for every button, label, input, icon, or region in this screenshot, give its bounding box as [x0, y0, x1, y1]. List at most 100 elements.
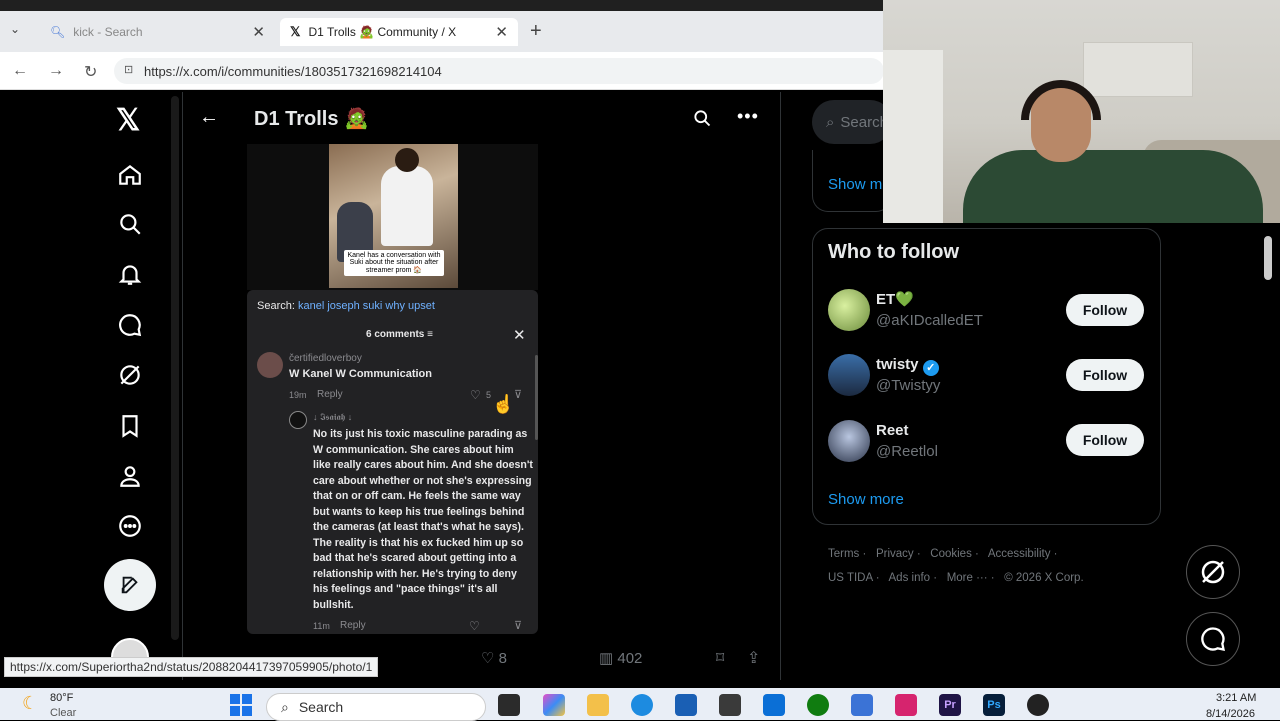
profile-icon[interactable]: [114, 460, 146, 492]
forward-icon[interactable]: →: [48, 62, 64, 80]
page-title: D1 Trolls 🧟: [254, 108, 369, 130]
ads-info-link[interactable]: Ads info: [889, 572, 931, 584]
edge-icon[interactable]: [631, 694, 653, 716]
tab-label: D1 Trolls 🧟 Community / X: [308, 25, 457, 39]
taskbar-search[interactable]: ⌕ Search: [266, 693, 486, 721]
scrollbar[interactable]: [535, 355, 538, 440]
heart-icon: ♡: [481, 650, 495, 667]
reload-icon[interactable]: ↻: [84, 62, 97, 82]
share-icon[interactable]: ⇪: [747, 648, 760, 668]
window-blinds: [883, 50, 943, 223]
windows-start-icon[interactable]: [230, 694, 252, 716]
more-icon[interactable]: [114, 510, 146, 542]
follow-button[interactable]: Follow: [1066, 424, 1144, 456]
comment-text: W Kanel W Communication: [289, 368, 432, 380]
copilot-icon[interactable]: [543, 694, 565, 716]
x-logo-icon: 𝕏: [290, 24, 301, 39]
grok-button[interactable]: [1186, 545, 1240, 599]
avatar[interactable]: [828, 354, 870, 396]
weather-desc: Clear: [50, 707, 77, 719]
avatar[interactable]: [257, 352, 283, 378]
reply-button[interactable]: Reply: [340, 620, 366, 631]
avatar[interactable]: [289, 411, 307, 429]
tab-d1-trolls[interactable]: 𝕏 D1 Trolls 🧟 Community / X ✕: [280, 18, 518, 46]
clock-date[interactable]: 8/14/2026: [1206, 708, 1255, 720]
reply-button[interactable]: Reply: [317, 389, 343, 400]
obs-icon[interactable]: [1027, 694, 1049, 716]
comment-username[interactable]: ↓ 𝕴𝖘𝖆𝖎𝖆𝖍 ↓: [313, 412, 352, 423]
us-tida-link[interactable]: US TIDA: [828, 572, 873, 584]
close-icon[interactable]: ✕: [252, 23, 265, 41]
footer-links: Terms · Privacy · Cookies · Accessibilit…: [828, 548, 1058, 560]
dislike-icon[interactable]: ⊽: [514, 388, 522, 401]
accessibility-link[interactable]: Accessibility: [988, 548, 1051, 560]
search-icon: 🔍︎: [50, 25, 66, 39]
user-handle: @Reetlol: [876, 443, 938, 460]
show-more-link[interactable]: Show more: [828, 491, 904, 508]
clock-time[interactable]: 3:21 AM: [1216, 692, 1256, 704]
dislike-icon[interactable]: ⊽: [514, 619, 522, 632]
weather-temp[interactable]: 80°F: [50, 692, 73, 704]
compose-button[interactable]: [104, 559, 156, 611]
tab-list-chevron-icon[interactable]: ⌄: [10, 22, 30, 42]
explore-icon[interactable]: [114, 208, 146, 240]
search-query[interactable]: kanel joseph suki why upset: [298, 300, 435, 312]
tab-kick-search[interactable]: 🔍︎ kick - Search ✕: [40, 18, 275, 46]
avatar[interactable]: [828, 289, 870, 331]
views-action[interactable]: ▥ 402: [599, 649, 642, 667]
more-options-icon[interactable]: •••: [737, 106, 759, 127]
compose-icon: [121, 576, 138, 594]
privacy-link[interactable]: Privacy: [876, 548, 914, 560]
messages-button[interactable]: [1186, 612, 1240, 666]
scrollbar[interactable]: [171, 96, 179, 640]
user-name[interactable]: ET💚: [876, 290, 914, 308]
xbox-icon[interactable]: [807, 694, 829, 716]
url-field[interactable]: ⊡ https://x.com/i/communities/1803517321…: [114, 58, 884, 84]
scrollbar[interactable]: [1264, 236, 1272, 280]
heart-icon[interactable]: ♡: [469, 619, 480, 633]
app-icon[interactable]: [719, 694, 741, 716]
search-icon: ⌕: [826, 113, 835, 131]
photoshop-icon[interactable]: Ps: [983, 694, 1005, 716]
heart-icon[interactable]: ♡: [470, 388, 481, 402]
user-name[interactable]: Reet: [876, 422, 909, 439]
x-logo-icon[interactable]: 𝕏: [116, 103, 140, 138]
follow-button[interactable]: Follow: [1066, 294, 1144, 326]
file-explorer-icon[interactable]: [587, 694, 609, 716]
weather-moon-icon[interactable]: ☾: [22, 693, 38, 714]
app-icon[interactable]: [851, 694, 873, 716]
tiktok-search-row[interactable]: Search: kanel joseph suki why upset: [257, 300, 435, 312]
store-icon[interactable]: [675, 694, 697, 716]
cookies-link[interactable]: Cookies: [930, 548, 972, 560]
avatar[interactable]: [828, 420, 870, 462]
user-name[interactable]: twisty ✓: [876, 356, 939, 376]
creative-cloud-icon[interactable]: [895, 694, 917, 716]
premiere-icon[interactable]: Pr: [939, 694, 961, 716]
show-more-link[interactable]: Show m: [828, 176, 882, 193]
user-handle: @aKIDcalledET: [876, 312, 983, 329]
grok-icon[interactable]: [114, 359, 146, 391]
back-arrow-icon[interactable]: ←: [199, 106, 219, 129]
bookmark-icon[interactable]: ⌑: [716, 648, 724, 668]
user-handle: @Twistyy: [876, 377, 941, 394]
close-icon[interactable]: ✕: [495, 23, 508, 41]
search-icon[interactable]: [692, 108, 712, 128]
home-icon[interactable]: [114, 159, 146, 191]
bookmarks-icon[interactable]: [114, 410, 146, 442]
notifications-icon[interactable]: [114, 258, 146, 290]
search-input[interactable]: ⌕ Search: [812, 100, 892, 144]
like-action[interactable]: ♡ 8: [481, 649, 507, 667]
app-icon[interactable]: [763, 694, 785, 716]
comment-username[interactable]: čertifiedloverboy: [289, 353, 362, 364]
task-view-icon[interactable]: [498, 694, 520, 716]
new-tab-icon[interactable]: +: [530, 20, 542, 43]
terms-link[interactable]: Terms: [828, 548, 859, 560]
more-link[interactable]: More ···: [947, 572, 988, 584]
back-icon[interactable]: ←: [12, 62, 28, 80]
comment-time: 19m: [289, 390, 307, 400]
link-preview-url: https://x.com/Superiortha2nd/status/2088…: [4, 657, 379, 677]
messages-icon[interactable]: [114, 309, 146, 341]
follow-button[interactable]: Follow: [1066, 359, 1144, 391]
close-icon[interactable]: ✕: [513, 326, 526, 344]
site-info-icon[interactable]: ⊡: [124, 63, 133, 76]
